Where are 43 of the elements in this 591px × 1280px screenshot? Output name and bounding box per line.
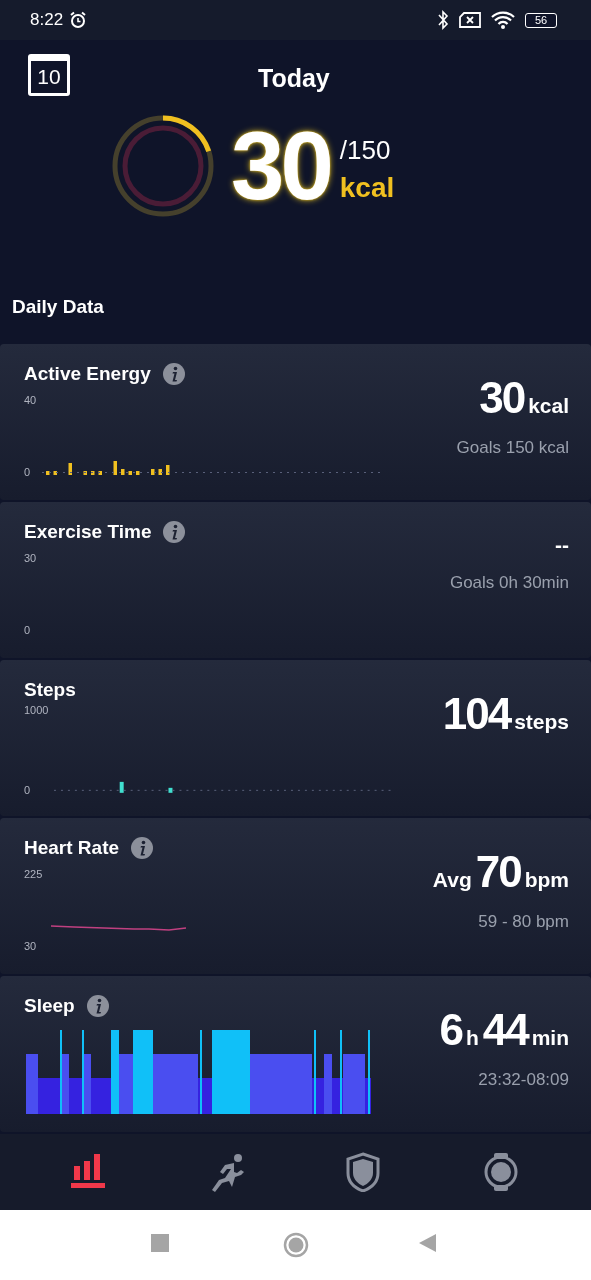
axis-label: 40 [24, 394, 37, 406]
metric-value: -- [555, 534, 569, 555]
card-title: Exercise Time [24, 521, 152, 543]
metric-value: Avg 70 bpm [432, 850, 569, 894]
wifi-icon [491, 11, 515, 29]
calorie-unit: kcal [339, 171, 395, 204]
metric-value: 30kcal [479, 376, 569, 420]
bluetooth-icon [437, 10, 449, 30]
metric-card[interactable]: Heart Rate 225 30 Avg 70 bpm 59 - 80 bpm [0, 818, 591, 974]
info-icon[interactable] [163, 521, 186, 543]
axis-label: 225 [24, 868, 43, 880]
battery-indicator: 56 [525, 12, 557, 28]
metric-card[interactable]: Active Energy 40 0 30kcal Goals 150 kcal [0, 344, 591, 500]
sim-card-icon [459, 12, 481, 28]
metric-value: 6h 44min [439, 1008, 569, 1052]
card-title: Active Energy [24, 363, 151, 385]
metric-detail: 59 - 80 bpm [478, 912, 569, 932]
info-icon[interactable] [162, 363, 185, 385]
metric-detail: Goals 150 kcal [456, 438, 569, 458]
metric-detail: 23:32-08:09 [478, 1070, 569, 1090]
info-icon[interactable] [86, 995, 109, 1017]
axis-label: 30 [24, 940, 38, 952]
alarm-icon [69, 11, 88, 29]
metric-card[interactable]: Sleep 6h 44min 23:32-08:09 [0, 976, 591, 1132]
metric-detail: Goals 0h 30min [449, 573, 569, 593]
page-title: Today [258, 64, 330, 93]
calendar-button[interactable]: 10 [28, 54, 70, 96]
calorie-count: 30 [231, 118, 330, 214]
info-icon[interactable] [131, 837, 154, 859]
card-title: Steps [24, 679, 76, 701]
axis-label: 1000 [24, 704, 49, 716]
axis-label: 0 [24, 784, 32, 796]
calorie-goal: /150 [339, 134, 392, 166]
clock-time: 8:22 [30, 10, 64, 30]
axis-label: 0 [24, 466, 32, 478]
section-title: Daily Data [11, 296, 105, 319]
card-title: Sleep [24, 995, 75, 1017]
metric-card[interactable]: Steps 1000 0 104steps [0, 660, 591, 816]
axis-label: 0 [24, 624, 32, 636]
card-title: Heart Rate [24, 837, 120, 859]
axis-label: 30 [24, 552, 37, 564]
metric-value: 104steps [442, 692, 569, 736]
metric-card[interactable]: Exercise Time 30 0 -- Goals 0h 30min [0, 502, 591, 658]
